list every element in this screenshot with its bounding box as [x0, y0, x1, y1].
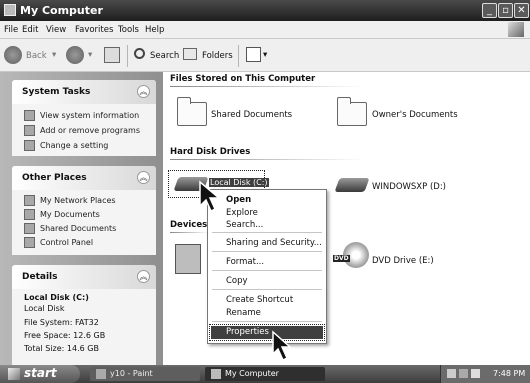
minimize-button[interactable]: _ — [482, 3, 497, 18]
other-places-title: Other Places — [22, 173, 87, 183]
views-icon[interactable] — [246, 47, 261, 62]
system-tasks-panel: System Tasks ︽ View system information A… — [12, 80, 156, 156]
menu-item-properties[interactable]: Properties — [209, 324, 325, 341]
menu-item-format[interactable]: Format... — [226, 257, 264, 267]
menu-item-search[interactable]: Search... — [226, 220, 263, 230]
menu-separator — [212, 251, 322, 252]
collapse-chevron-icon[interactable]: ︽ — [137, 270, 150, 283]
views-dropdown-icon[interactable]: ▾ — [263, 50, 267, 60]
back-arrow-icon[interactable] — [4, 46, 22, 64]
menu-file[interactable]: File — [4, 25, 18, 35]
menu-item-create-shortcut[interactable]: Create Shortcut — [226, 295, 293, 305]
details-filesystem: File System: FAT32 — [24, 318, 99, 327]
dvd-badge: DVD — [333, 255, 350, 262]
menu-item-rename[interactable]: Rename — [226, 308, 261, 318]
hard-drive-icon[interactable] — [334, 178, 370, 192]
volume-tray-icon[interactable] — [459, 369, 468, 378]
taskbar-my-computer-button[interactable]: My Computer — [205, 367, 325, 381]
menu-favorites[interactable]: Favorites — [75, 25, 113, 35]
folders-icon[interactable] — [183, 48, 197, 60]
menu-help[interactable]: Help — [145, 25, 164, 35]
security-tray-icon[interactable] — [471, 369, 480, 378]
folder-icon[interactable] — [337, 97, 367, 126]
folder-icon — [24, 223, 35, 234]
system-info-icon — [24, 110, 35, 121]
windowsxp-d-item[interactable]: WINDOWSXP (D:) — [372, 182, 446, 192]
floppy-drive-icon[interactable] — [175, 244, 201, 274]
taskbar-paint-button[interactable]: y10 - Paint — [90, 367, 200, 381]
windows-logo-icon — [8, 368, 20, 380]
details-title: Details — [22, 272, 58, 282]
owners-documents-item[interactable]: Owner's Documents — [372, 110, 458, 120]
system-tasks-title: System Tasks — [22, 87, 91, 97]
close-button[interactable]: ✕ — [514, 3, 529, 18]
computer-icon — [4, 4, 16, 16]
menu-item-copy[interactable]: Copy — [226, 276, 248, 286]
paint-icon — [96, 369, 106, 379]
section-divider — [170, 159, 365, 160]
toolbar-separator — [238, 45, 239, 67]
menu-separator — [212, 289, 322, 290]
menu-tools[interactable]: Tools — [118, 25, 139, 35]
back-button-label[interactable]: Back — [26, 51, 47, 61]
title-bar[interactable]: My Computer _ ▫ ✕ — [0, 0, 530, 21]
other-places-panel: Other Places ︽ My Network Places My Docu… — [12, 166, 156, 255]
dvd-drive-e-item[interactable]: DVD Drive (E:) — [372, 256, 434, 266]
up-folder-icon[interactable] — [104, 47, 120, 63]
details-panel: Details ︽ Local Disk (C:) Local Disk Fil… — [12, 265, 156, 365]
maximize-button[interactable]: ▫ — [498, 3, 513, 18]
system-tray: 7:48 PM — [440, 365, 530, 383]
add-remove-icon — [24, 125, 35, 136]
menu-view[interactable]: View — [46, 25, 66, 35]
task-pane: System Tasks ︽ View system information A… — [0, 72, 163, 365]
network-tray-icon[interactable] — [447, 369, 456, 378]
folder-icon — [24, 209, 35, 220]
search-button[interactable]: Search — [150, 51, 179, 61]
cursor-arrow-icon — [272, 330, 292, 362]
control-panel-icon — [24, 237, 35, 248]
computer-icon — [211, 369, 221, 379]
start-button[interactable]: start — [0, 365, 80, 383]
system-tasks-header[interactable]: System Tasks ︽ — [12, 80, 156, 104]
network-places-icon — [24, 195, 35, 206]
menu-edit[interactable]: Edit — [22, 25, 38, 35]
shared-documents-item[interactable]: Shared Documents — [211, 110, 292, 120]
section-files-header: Files Stored on This Computer — [170, 74, 316, 84]
control-panel-icon — [24, 140, 35, 151]
details-total-size: Total Size: 14.6 GB — [24, 344, 99, 353]
windows-logo-icon — [508, 22, 524, 37]
toolbar-separator — [127, 45, 128, 67]
cursor-arrow-icon — [199, 180, 222, 213]
menu-bar: File Edit View Favorites Tools Help — [0, 21, 530, 39]
toolbar: Back ▾ ▾ Search Folders ▾ — [0, 39, 530, 72]
collapse-chevron-icon[interactable]: ︽ — [137, 171, 150, 184]
folder-icon[interactable] — [177, 97, 207, 126]
details-header[interactable]: Details ︽ — [12, 265, 156, 289]
menu-separator — [212, 232, 322, 233]
other-places-header[interactable]: Other Places ︽ — [12, 166, 156, 190]
collapse-chevron-icon[interactable]: ︽ — [137, 85, 150, 98]
window-title: My Computer — [20, 4, 103, 17]
search-icon[interactable] — [134, 48, 145, 59]
folders-button[interactable]: Folders — [202, 51, 233, 61]
forward-arrow-icon[interactable] — [66, 46, 84, 64]
menu-item-explore[interactable]: Explore — [226, 208, 258, 218]
forward-dropdown-icon[interactable]: ▾ — [88, 50, 92, 60]
menu-item-open[interactable]: Open — [226, 195, 251, 205]
details-free-space: Free Space: 12.6 GB — [24, 331, 106, 340]
menu-item-sharing-security[interactable]: Sharing and Security... — [226, 238, 322, 248]
taskbar: start y10 - Paint My Computer 7:48 PM — [0, 365, 530, 383]
section-divider — [170, 86, 365, 87]
details-kind: Local Disk — [24, 304, 65, 313]
details-name: Local Disk (C:) — [24, 293, 89, 302]
menu-separator — [212, 321, 322, 322]
clock[interactable]: 7:48 PM — [493, 369, 525, 378]
section-hdd-header: Hard Disk Drives — [170, 147, 251, 157]
menu-separator — [212, 270, 322, 271]
section-divider — [170, 232, 210, 233]
back-dropdown-icon[interactable]: ▾ — [52, 50, 56, 60]
